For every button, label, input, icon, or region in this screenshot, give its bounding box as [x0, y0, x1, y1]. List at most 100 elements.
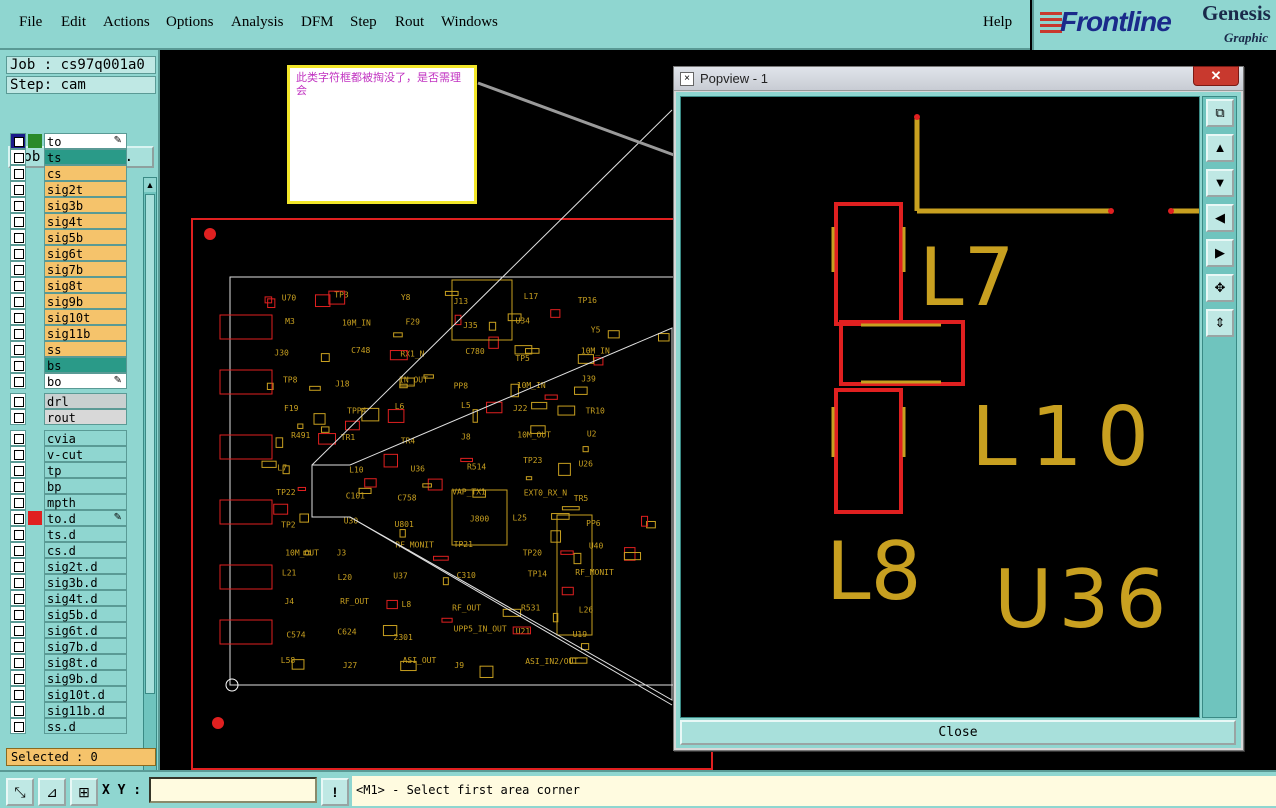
layer-checkbox[interactable] — [10, 245, 26, 261]
layer-name[interactable]: sig11b — [44, 325, 127, 341]
layer-checkbox[interactable] — [10, 670, 26, 686]
layer-color-swatch[interactable] — [28, 511, 42, 525]
layer-checkbox[interactable] — [10, 478, 26, 494]
layer-name[interactable]: bp — [44, 478, 127, 494]
layer-checkbox[interactable] — [10, 702, 26, 718]
measure-icon[interactable]: ⤡ — [6, 778, 34, 806]
layer-row-sig10t-d[interactable]: sig10t.d — [10, 686, 128, 702]
layer-color-swatch[interactable] — [28, 447, 42, 461]
layer-name[interactable]: sig8t — [44, 277, 127, 293]
popview-canvas[interactable]: L7 L10 L8 U36 — [680, 96, 1200, 718]
layer-name[interactable]: sig3b — [44, 197, 127, 213]
menu-help[interactable]: Help — [983, 14, 1012, 31]
layer-row-sig4t[interactable]: sig4t — [10, 213, 128, 229]
menu-windows[interactable]: Windows — [441, 14, 498, 31]
layer-name[interactable]: v-cut — [44, 446, 127, 462]
layer-name[interactable]: cs — [44, 165, 127, 181]
popview-titlebar[interactable]: × Popview - 1 ✕ — [674, 66, 1243, 91]
layer-name[interactable]: sig6t.d — [44, 622, 127, 638]
layer-color-swatch[interactable] — [28, 671, 42, 685]
layer-name[interactable]: sig9b.d — [44, 670, 127, 686]
layer-name[interactable]: ss.d — [44, 718, 127, 734]
pan-right-icon[interactable]: ▶ — [1206, 239, 1234, 267]
layer-checkbox[interactable] — [10, 165, 26, 181]
layer-row-rout[interactable]: rout — [10, 409, 128, 425]
layer-row-bo[interactable]: bo ✎ — [10, 373, 128, 389]
pan-left-icon[interactable]: ◀ — [1206, 204, 1234, 232]
layer-row-ts[interactable]: ts — [10, 149, 128, 165]
layer-name[interactable]: sig4t — [44, 213, 127, 229]
layer-row-bs[interactable]: bs — [10, 357, 128, 373]
layer-checkbox[interactable] — [10, 622, 26, 638]
layer-checkbox[interactable] — [10, 149, 26, 165]
layer-color-swatch[interactable] — [28, 394, 42, 408]
layer-color-swatch[interactable] — [28, 278, 42, 292]
layer-color-swatch[interactable] — [28, 703, 42, 717]
layer-color-swatch[interactable] — [28, 294, 42, 308]
layer-row-sig2t-d[interactable]: sig2t.d — [10, 558, 128, 574]
layer-checkbox[interactable] — [10, 510, 26, 526]
layer-row-sig11b[interactable]: sig11b — [10, 325, 128, 341]
layer-row-sig2t[interactable]: sig2t — [10, 181, 128, 197]
layer-name[interactable]: sig10t — [44, 309, 127, 325]
layer-color-swatch[interactable] — [28, 575, 42, 589]
layer-name[interactable]: mpth — [44, 494, 127, 510]
layer-color-swatch[interactable] — [28, 134, 42, 148]
layer-row-to-d[interactable]: to.d ✎ — [10, 510, 128, 526]
layer-row-sig11b-d[interactable]: sig11b.d — [10, 702, 128, 718]
menu-rout[interactable]: Rout — [395, 14, 424, 31]
scroll-thumb[interactable] — [145, 194, 155, 694]
layer-color-swatch[interactable] — [28, 410, 42, 424]
layer-name[interactable]: sig8t.d — [44, 654, 127, 670]
layer-row-sig8t-d[interactable]: sig8t.d — [10, 654, 128, 670]
layer-name[interactable]: ss — [44, 341, 127, 357]
layer-color-swatch[interactable] — [28, 719, 42, 733]
layer-checkbox[interactable] — [10, 133, 26, 149]
zoom-out-icon[interactable]: ⇕ — [1206, 309, 1234, 337]
layer-checkbox[interactable] — [10, 494, 26, 510]
layer-checkbox[interactable] — [10, 590, 26, 606]
layer-color-swatch[interactable] — [28, 543, 42, 557]
layer-color-swatch[interactable] — [28, 150, 42, 164]
layer-row-drl[interactable]: drl — [10, 393, 128, 409]
layer-row-sig4t-d[interactable]: sig4t.d — [10, 590, 128, 606]
menu-step[interactable]: Step — [350, 14, 377, 31]
layer-checkbox[interactable] — [10, 686, 26, 702]
zoom-home-icon[interactable]: ⧉ — [1206, 99, 1234, 127]
layer-name[interactable]: sig4t.d — [44, 590, 127, 606]
layer-row-sig10t[interactable]: sig10t — [10, 309, 128, 325]
layer-color-swatch[interactable] — [28, 342, 42, 356]
layer-color-swatch[interactable] — [28, 182, 42, 196]
info-button[interactable]: ! — [321, 778, 349, 806]
close-icon[interactable]: ✕ — [1193, 66, 1239, 86]
layer-color-swatch[interactable] — [28, 495, 42, 509]
layer-checkbox[interactable] — [10, 197, 26, 213]
layer-checkbox[interactable] — [10, 229, 26, 245]
layer-name[interactable]: sig5b.d — [44, 606, 127, 622]
layer-checkbox[interactable] — [10, 606, 26, 622]
layer-checkbox[interactable] — [10, 213, 26, 229]
xy-input[interactable] — [149, 777, 317, 803]
layer-color-swatch[interactable] — [28, 607, 42, 621]
layer-name[interactable]: sig6t — [44, 245, 127, 261]
layer-row-to[interactable]: to ✎ — [10, 133, 128, 149]
layer-name[interactable]: bs — [44, 357, 127, 373]
layer-checkbox[interactable] — [10, 526, 26, 542]
layer-checkbox[interactable] — [10, 638, 26, 654]
layer-name[interactable]: cs.d — [44, 542, 127, 558]
layer-name[interactable]: sig7b — [44, 261, 127, 277]
layer-name[interactable]: sig2t — [44, 181, 127, 197]
pan-up-icon[interactable]: ▲ — [1206, 134, 1234, 162]
layer-row-sig8t[interactable]: sig8t — [10, 277, 128, 293]
layer-color-swatch[interactable] — [28, 687, 42, 701]
layer-name[interactable]: sig9b — [44, 293, 127, 309]
layer-name[interactable]: sig3b.d — [44, 574, 127, 590]
layer-checkbox[interactable] — [10, 181, 26, 197]
grid-icon[interactable]: ⊞ — [70, 778, 98, 806]
layer-color-swatch[interactable] — [28, 326, 42, 340]
layer-color-swatch[interactable] — [28, 479, 42, 493]
layer-checkbox[interactable] — [10, 654, 26, 670]
layer-checkbox[interactable] — [10, 261, 26, 277]
layer-checkbox[interactable] — [10, 373, 26, 389]
layer-checkbox[interactable] — [10, 558, 26, 574]
